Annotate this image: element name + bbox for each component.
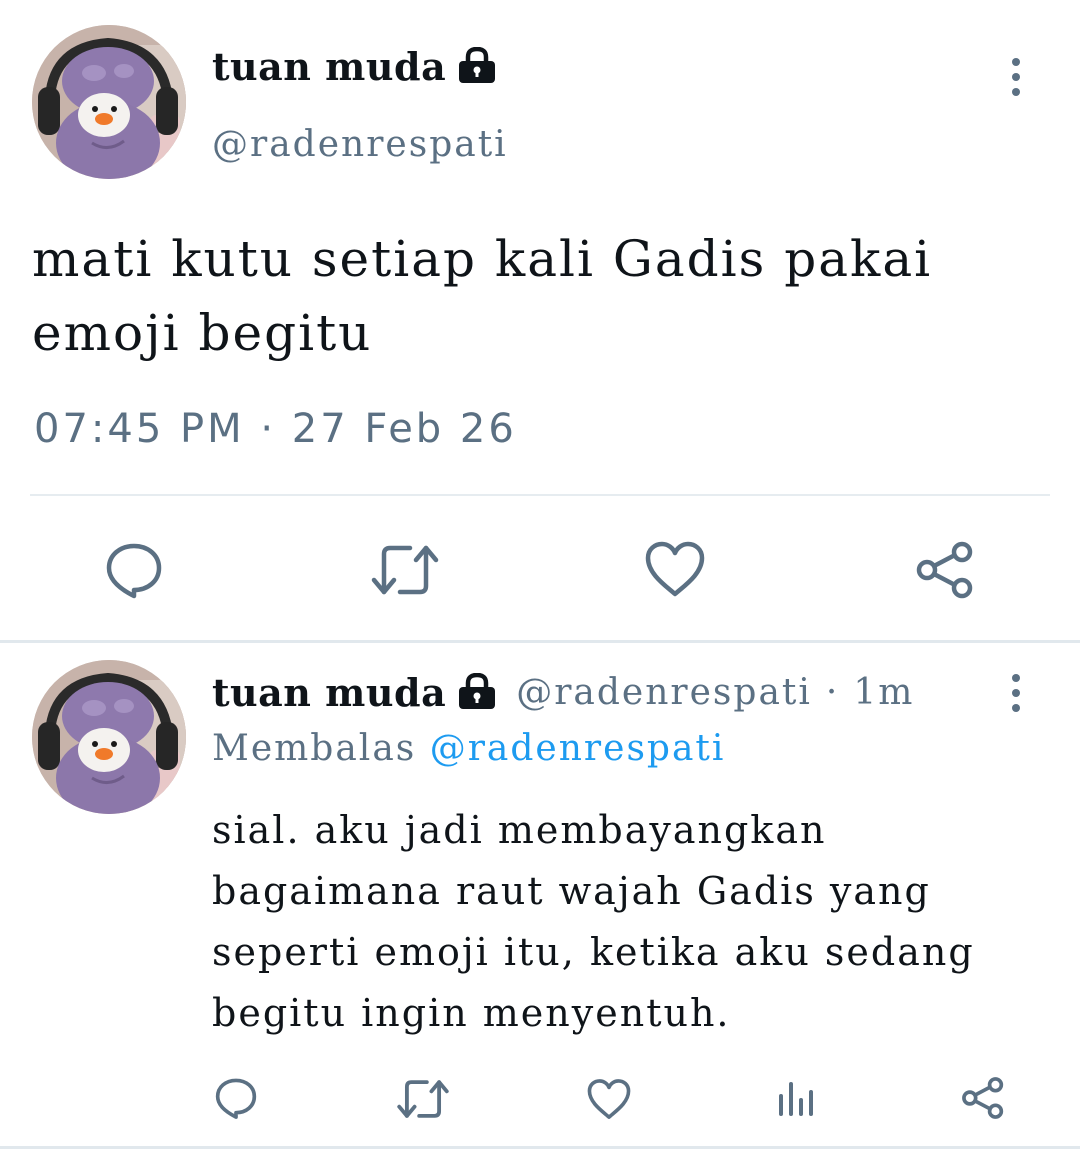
author-handle[interactable]: @radenrespati [516, 672, 812, 713]
avatar[interactable] [32, 25, 186, 179]
replying-to: Membalas @radenrespati [212, 728, 725, 769]
share-icon[interactable] [960, 1076, 1006, 1120]
time-ago[interactable]: 1m [853, 672, 914, 713]
avatar[interactable] [32, 660, 186, 814]
divider [30, 494, 1050, 496]
more-options-icon[interactable] [1010, 58, 1022, 96]
replying-label: Membalas [212, 728, 417, 769]
reply-icon[interactable] [104, 540, 164, 600]
mention-link[interactable]: @radenrespati [430, 728, 726, 769]
section-divider [0, 640, 1080, 643]
reply-text: sial. aku jadi membayangkan bagaimana ra… [212, 808, 975, 1035]
author-name[interactable]: tuan muda [212, 670, 446, 715]
avatar-image [32, 660, 186, 814]
author-name-row[interactable]: tuan muda [212, 44, 498, 89]
lock-icon [456, 672, 498, 713]
avatar-image [32, 25, 186, 179]
more-options-icon[interactable] [1010, 674, 1022, 712]
author-name[interactable]: tuan muda [212, 44, 446, 89]
tweet-timestamp[interactable]: 07:45 PM · 27 Feb 26 [34, 406, 517, 452]
retweet-icon[interactable] [396, 1076, 450, 1122]
like-icon[interactable] [644, 540, 706, 598]
reply-header: tuan muda @radenrespati · 1m [212, 670, 914, 715]
tweet-text: mati kutu setiap kali Gadis pakai emoji … [32, 230, 933, 362]
share-icon[interactable] [914, 540, 976, 600]
lock-icon [456, 46, 498, 87]
author-handle[interactable]: @radenrespati [212, 124, 508, 165]
retweet-icon[interactable] [370, 540, 440, 600]
like-icon[interactable] [586, 1078, 632, 1120]
reply-icon[interactable] [214, 1076, 258, 1120]
analytics-icon[interactable] [776, 1078, 816, 1118]
meta-separator: · [825, 672, 840, 713]
